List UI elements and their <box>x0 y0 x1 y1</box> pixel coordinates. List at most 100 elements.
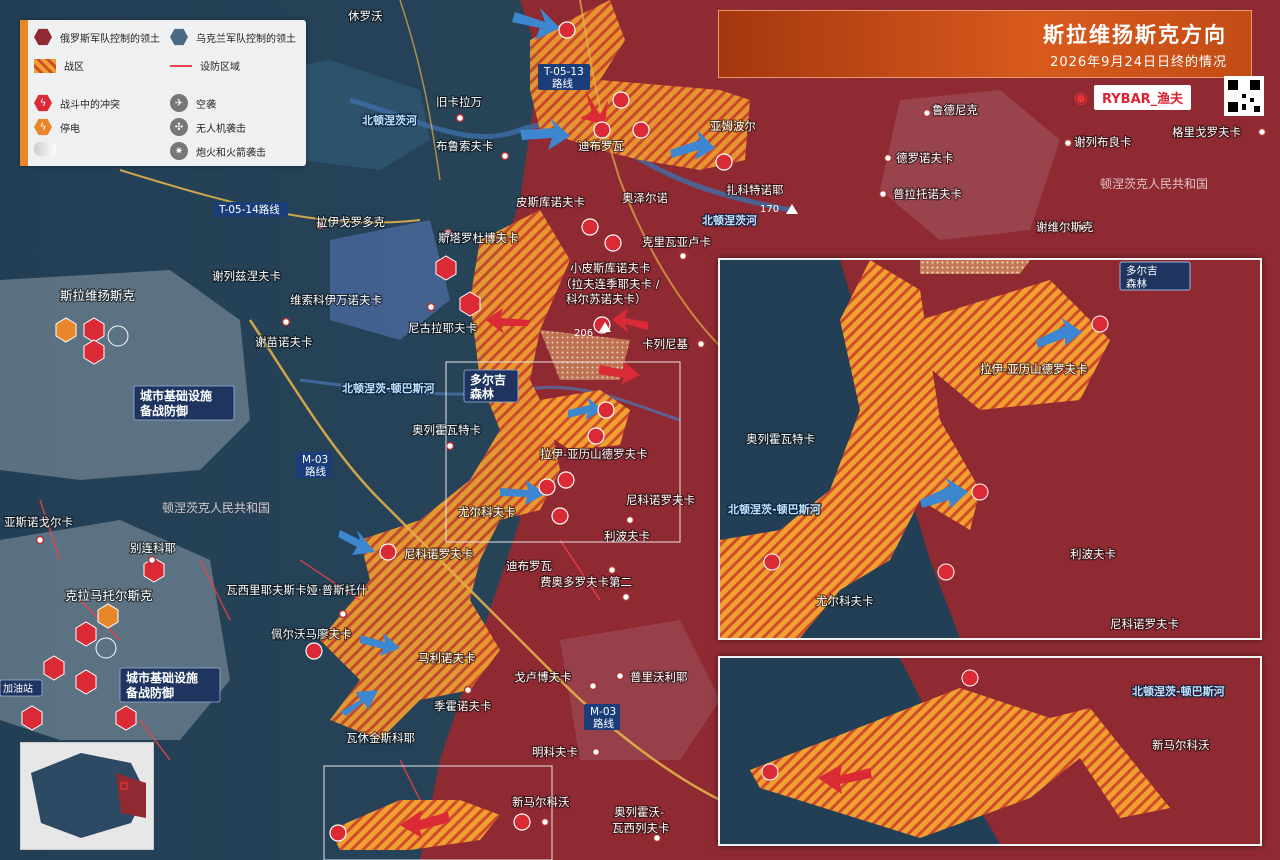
airstrike-icon: ✈ <box>170 94 188 112</box>
page-title: 斯拉维扬斯克方向 <box>1043 23 1227 47</box>
svg-text:加油站: 加油站 <box>3 682 33 695</box>
label-semenivka: 谢苗诺夫卡 <box>255 335 313 349</box>
label-zakitne: 扎科特诺耶 <box>726 183 784 197</box>
label-kramatorsk: 克拉马托尔斯克 <box>65 588 153 603</box>
label-sloviansk: 斯拉维扬斯克 <box>60 288 135 303</box>
inset2-clash-2 <box>961 669 979 687</box>
label-nykyforivka-w: 尼科诺罗夫卡 <box>404 547 473 561</box>
label-nykyforivka-e: 尼科诺罗夫卡 <box>626 493 695 507</box>
label-orikhovo-vasylivka: 奥列霍沃- <box>614 805 664 819</box>
legend-artillery-label: 炮火和火箭袭击 <box>196 147 266 159</box>
label-holubivka: 戈卢博夫卡 <box>514 670 572 684</box>
title-banner: 斯拉维扬斯克方向 2026年9月24日日终的情况 <box>718 10 1252 78</box>
power-outage-icon: ϟ <box>34 118 52 136</box>
road-label-t0514: T-05-14路线 <box>214 202 288 217</box>
legend-ua-territory-label: 乌克兰军队控制的领土 <box>196 33 296 45</box>
inset1-clash-2 <box>971 483 989 501</box>
label-hryhorivka: 格里戈罗夫卡 <box>1172 125 1241 139</box>
brand-badge: ◉ RYBAR_渔夫 <box>1074 84 1192 110</box>
legend-accent-band <box>20 20 28 166</box>
label-serebrianka: 谢列布良卡 <box>1074 135 1132 149</box>
label-pervomaiske: 佩尔沃马廖夫卡 <box>271 627 352 641</box>
road-label-m03-north: M-03 路线 <box>296 452 332 478</box>
legend-drone: ✣ 无人机袭击 <box>170 118 246 136</box>
label-yampil: 亚姆波尔 <box>710 119 756 133</box>
label-dpr-west: 顿涅茨克人民共和国 <box>162 501 270 515</box>
label-malynivka: 马利诺夫卡 <box>418 651 476 665</box>
svg-text:城市基础设施: 城市基础设施 <box>140 388 212 403</box>
callout-infrastructure-kramatorsk: 城市基础设施 备战防御 <box>119 667 221 703</box>
legend-power-outage-label: 停电 <box>60 123 80 135</box>
callout-infrastructure-sloviansk: 城市基础设施 备战防御 <box>133 385 235 421</box>
inset1-clash-1 <box>1091 315 1109 333</box>
inset1-clash-3 <box>763 553 781 571</box>
label-kolodiazi: 卡列尼基 <box>642 337 688 351</box>
inset-map-2[interactable]: 北顿涅茨-顿巴斯河 新马尔科沃 <box>718 656 1262 846</box>
svg-text:T-05-13: T-05-13 <box>543 66 584 78</box>
label-river-north-donets-2: 北顿涅茨河 <box>702 213 757 227</box>
inset1-label-lypivka: 利波夫卡 <box>1070 547 1116 561</box>
label-brusivka: 布鲁索夫卡 <box>436 139 494 153</box>
svg-text:M-03: M-03 <box>590 706 616 718</box>
label-lypivka: 利波夫卡 <box>604 529 650 543</box>
legend-unknown-swatch <box>34 142 56 156</box>
label-orikhovo-vasylivka-2: 瓦西列夫卡 <box>612 821 670 835</box>
label-ozerne: 奥泽尔诺 <box>622 191 668 205</box>
legend-ru-territory: 俄罗斯军队控制的领土 <box>34 28 160 46</box>
brand-name: RYBAR_渔夫 <box>1093 84 1192 110</box>
label-raihorodok: 拉伊戈罗多克 <box>316 215 385 229</box>
inset1-label-raiy: 拉伊-亚历山德罗夫卡 <box>980 362 1088 376</box>
legend-clash-label: 战斗中的冲突 <box>60 99 120 111</box>
label-river-north-donets-1: 北顿涅茨河 <box>362 113 417 127</box>
label-mintse: 明科夫卡 <box>532 745 578 759</box>
inset1-forest <box>920 260 1030 274</box>
label-kryva-luka: 克里瓦亚卢卡 <box>642 235 711 249</box>
road-label-t0513: T-05-13 路线 <box>538 64 590 90</box>
label-selezneivka: 谢列兹涅夫卡 <box>212 269 281 283</box>
label-siversk: 谢维尔斯克 <box>1036 220 1094 234</box>
inset1-forest-label-1: 多尔吉 <box>1126 264 1158 277</box>
label-dibrova: 迪布罗瓦 <box>578 139 624 153</box>
legend-ua-territory: 乌克兰军队控制的领土 <box>170 28 296 46</box>
svg-text:城市基础设施: 城市基础设施 <box>126 670 198 685</box>
overview-minimap[interactable] <box>20 742 154 850</box>
legend-fortified-label: 设防区域 <box>200 62 240 73</box>
label-dibrova-s: 迪布罗瓦 <box>506 559 552 573</box>
label-rudnyky: 鲁德尼克 <box>932 103 978 117</box>
label-yurkivka: 尤尔科夫卡 <box>458 505 516 519</box>
legend-airstrike-label: 空袭 <box>196 99 216 111</box>
svg-text:备战防御: 备战防御 <box>139 403 188 418</box>
legend-ru-territory-label: 俄罗斯军队控制的领土 <box>60 33 160 45</box>
clash-icon: ϟ <box>34 94 52 112</box>
label-mala-piskunivka-alt: （拉夫连季耶夫卡 / <box>560 277 660 291</box>
ua-territory-icon <box>170 28 188 46</box>
qr-code-icon[interactable] <box>1224 76 1264 116</box>
inset2-label-canal: 北顿涅茨-顿巴斯河 <box>1132 684 1225 698</box>
legend-airstrike: ✈ 空袭 <box>170 94 216 112</box>
callout-gas-station: 加油站 <box>0 679 43 697</box>
inset1-label-canal: 北顿涅茨-顿巴斯河 <box>728 502 821 516</box>
inset1-label-nykyforivka: 尼科诺罗夫卡 <box>1110 617 1179 631</box>
inset1-clash-4 <box>937 563 955 581</box>
artillery-icon: ✷ <box>170 142 188 160</box>
legend-drone-label: 无人机袭击 <box>196 123 246 135</box>
label-tykhonivka: 季霍诺夫卡 <box>434 699 492 713</box>
inset-map-1[interactable]: 多尔吉 森林 拉伊-亚历山德罗夫卡 奥列霍瓦特卡 北顿涅茨-顿巴斯河 利波夫卡 … <box>718 258 1262 640</box>
label-nove-markove: 新马尔科沃 <box>512 795 570 809</box>
label-staryi-karavan: 旧卡拉万 <box>436 95 482 109</box>
label-pryvillia: 普里沃利耶 <box>630 670 688 684</box>
legend-combat-zone-label: 战区 <box>64 62 84 73</box>
inset1-label-yurkivka: 尤尔科夫卡 <box>816 594 874 608</box>
label-fedorivka2: 费奥多罗夫卡第二 <box>540 575 632 589</box>
label-bilenke: 别连科耶 <box>130 541 176 555</box>
label-vasiukivka: 瓦休金斯科耶 <box>346 731 415 745</box>
label-yasnohorka: 亚斯诺戈尔卡 <box>4 515 73 529</box>
svg-text:路线: 路线 <box>552 77 573 90</box>
height-206: 206 <box>574 328 593 339</box>
svg-text:T-05-14路线: T-05-14路线 <box>218 203 280 216</box>
label-dpr-east: 顿涅茨克人民共和国 <box>1100 177 1208 191</box>
label-mykolaivka: 尼古拉耶夫卡 <box>408 321 477 335</box>
weibo-icon: ◉ <box>1074 87 1088 107</box>
inset2-label-nove-markove: 新马尔科沃 <box>1152 738 1210 752</box>
svg-text:备战防御: 备战防御 <box>125 685 174 700</box>
